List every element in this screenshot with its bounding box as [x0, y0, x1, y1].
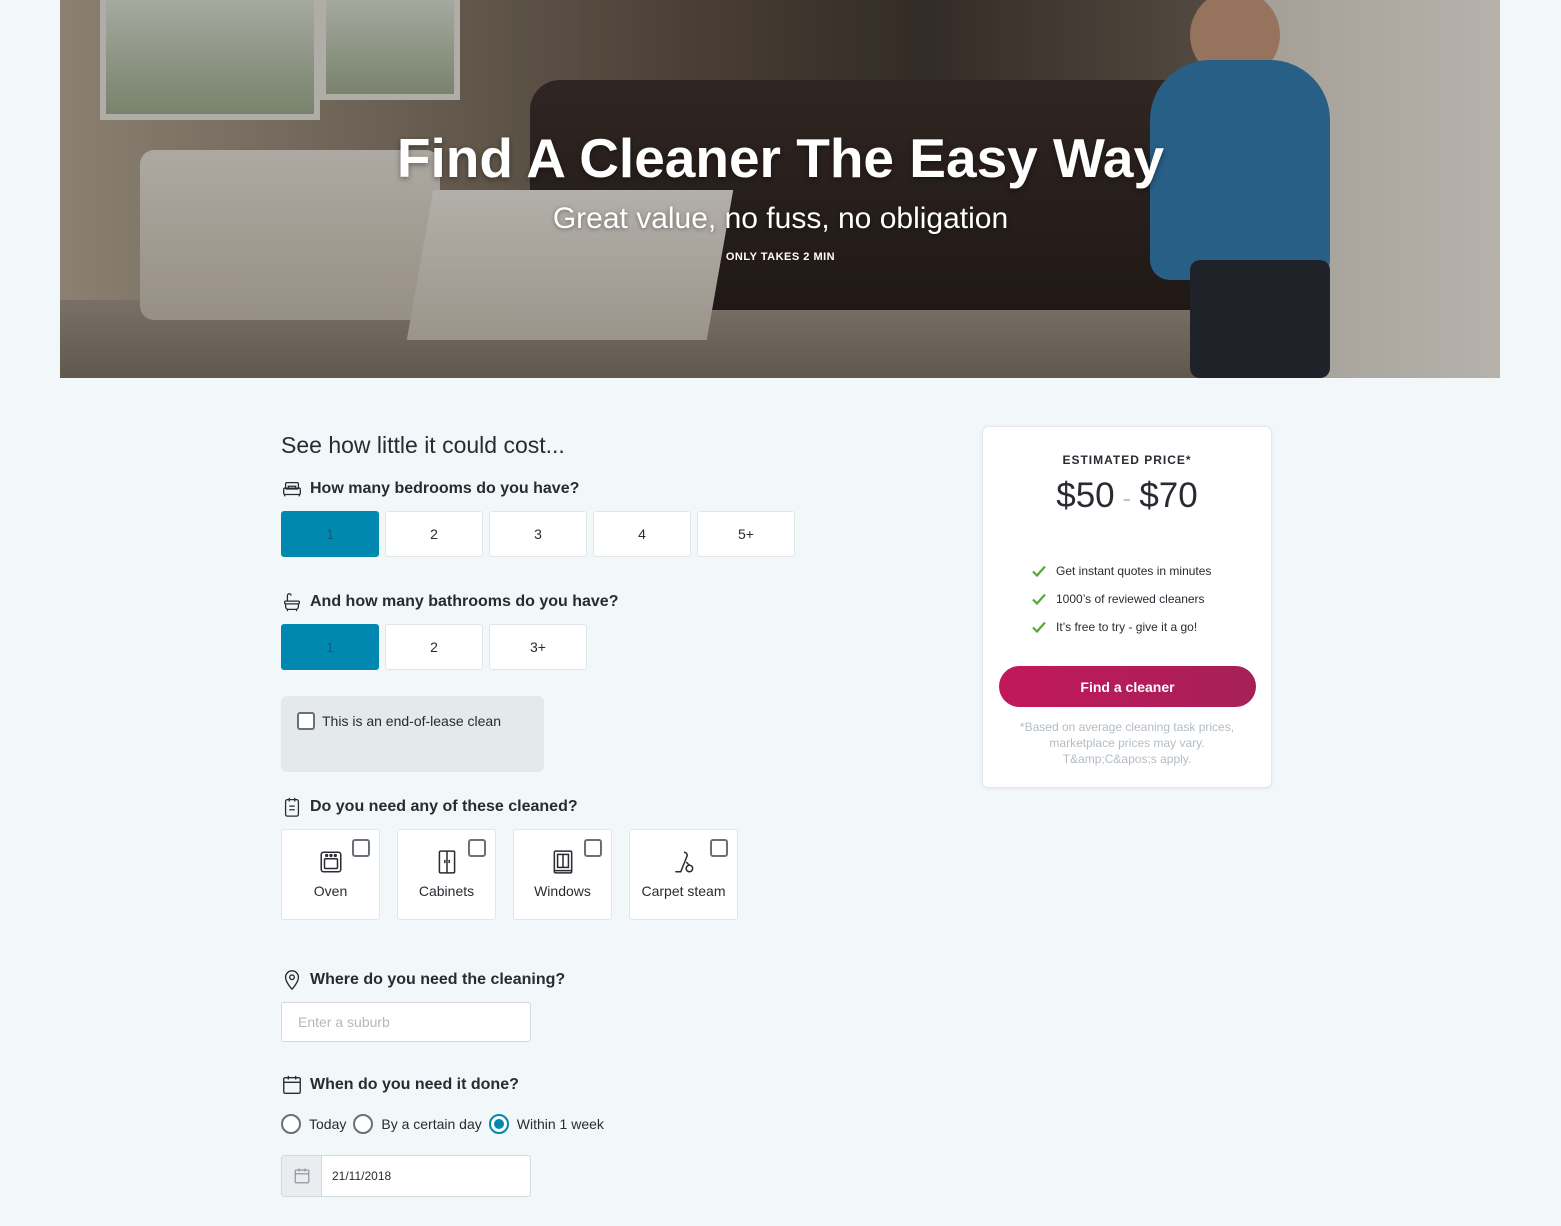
extra-windows[interactable]: Windows: [513, 829, 612, 920]
vacuum-icon: [674, 851, 693, 873]
extras-label: Do you need any of these cleaned?: [310, 798, 578, 815]
benefit-text: Get instant quotes in minutes: [1056, 564, 1212, 578]
price-disclaimer: *Based on average cleaning task prices, …: [1019, 720, 1235, 766]
estimate-card: ESTIMATED PRICE* $50- $70 Get instant quo…: [982, 426, 1272, 788]
bedrooms-option-1[interactable]: 1: [281, 511, 379, 557]
benefit-item: Get instant quotes in minutes: [1031, 557, 1211, 585]
end-of-lease-label[interactable]: This is an end-of-lease clean: [322, 713, 501, 729]
price-high: $70: [1139, 476, 1198, 515]
clipboard-icon: [284, 797, 300, 817]
find-cleaner-button[interactable]: Find a cleaner: [999, 666, 1256, 707]
bedrooms-label: How many bedrooms do you have?: [310, 480, 580, 497]
timing-option-certain-day-label: By a certain day: [381, 1116, 482, 1132]
timing-radio-certain-day[interactable]: [353, 1114, 374, 1134]
price-separator: -: [1122, 483, 1132, 513]
bedrooms-question: How many bedrooms do you have?: [281, 478, 579, 500]
timing-label: When do you need it done?: [310, 1076, 519, 1093]
bedrooms-option-2[interactable]: 2: [385, 511, 483, 557]
form-heading: See how little it could cost...: [281, 432, 565, 458]
bathrooms-question: And how many bathrooms do you have?: [281, 591, 618, 613]
bedrooms-option-3[interactable]: 3: [489, 511, 587, 557]
extras-options: Oven Cabinets Windows Carpet steam: [281, 829, 738, 920]
date-picker-button[interactable]: [282, 1156, 322, 1196]
price-low: $50: [1056, 476, 1115, 515]
timing-radio-today[interactable]: [281, 1114, 301, 1134]
benefits-list: Get instant quotes in minutes 1000’s of …: [1031, 557, 1211, 641]
benefit-item: It’s free to try - give it a go!: [1031, 613, 1211, 641]
bathrooms-label: And how many bathrooms do you have?: [310, 593, 619, 610]
extra-carpet-steam-label: Carpet steam: [641, 883, 726, 899]
check-icon: [1032, 621, 1046, 634]
benefit-text: It’s free to try - give it a go!: [1056, 620, 1198, 634]
location-pin-icon: [284, 970, 300, 991]
hero-subtitle: Great value, no fuss, no obligation: [552, 202, 1009, 235]
extra-cabinets[interactable]: Cabinets: [397, 829, 496, 920]
timing-question: When do you need it done?: [281, 1074, 519, 1096]
date-field[interactable]: 21/11/2018: [281, 1155, 531, 1197]
bed-icon: [283, 481, 301, 497]
bedrooms-option-4[interactable]: 4: [593, 511, 691, 557]
extra-cabinets-label: Cabinets: [418, 883, 475, 899]
timing-option-within-week-label: Within 1 week: [516, 1116, 604, 1132]
benefit-item: 1000’s of reviewed cleaners: [1031, 585, 1211, 613]
date-value[interactable]: 21/11/2018: [322, 1156, 391, 1196]
extra-windows-label: Windows: [534, 883, 591, 899]
timing-option-within-week[interactable]: Within 1 week: [488, 1114, 604, 1134]
hero-title: Find A Cleaner The Easy Way: [396, 127, 1165, 189]
timing-option-certain-day[interactable]: By a certain day: [353, 1114, 482, 1134]
check-icon: [1032, 565, 1046, 578]
bathrooms-options: 1 2 3+: [281, 624, 587, 670]
oven-icon: [319, 851, 342, 873]
timing-option-today-label: Today: [309, 1116, 347, 1132]
location-question: Where do you need the cleaning?: [281, 969, 565, 991]
extra-carpet-steam[interactable]: Carpet steam: [629, 829, 738, 920]
check-icon: [1032, 593, 1046, 606]
extras-question: Do you need any of these cleaned?: [281, 796, 578, 818]
calendar-icon: [283, 1075, 301, 1094]
timing-radio-within-week[interactable]: [488, 1114, 509, 1134]
bedrooms-option-5plus[interactable]: 5+: [697, 511, 795, 557]
location-label: Where do you need the cleaning?: [310, 971, 566, 988]
bathrooms-option-2[interactable]: 2: [385, 624, 483, 670]
hero-time-note: ONLY TAKES 2 MIN: [725, 251, 836, 263]
bathrooms-option-3plus[interactable]: 3+: [489, 624, 587, 670]
end-of-lease-checkbox[interactable]: [297, 712, 315, 730]
extra-oven-label: Oven: [313, 883, 348, 899]
timing-option-today[interactable]: Today: [281, 1114, 346, 1134]
suburb-input[interactable]: [281, 1002, 531, 1042]
bathrooms-option-1[interactable]: 1: [281, 624, 379, 670]
extra-oven[interactable]: Oven: [281, 829, 380, 920]
calendar-icon: [294, 1168, 309, 1184]
estimate-price: $50- $70: [983, 476, 1271, 516]
cabinets-icon: [438, 850, 455, 874]
end-of-lease-box: This is an end-of-lease clean: [281, 696, 544, 772]
estimate-title: ESTIMATED PRICE*: [1062, 453, 1192, 467]
benefit-text: 1000’s of reviewed cleaners: [1056, 592, 1205, 606]
bedrooms-options: 1 2 3 4 5+: [281, 511, 795, 557]
bathtub-icon: [284, 593, 300, 612]
windows-icon: [553, 850, 572, 874]
timing-options: Today By a certain day Within 1 week: [281, 1114, 611, 1134]
